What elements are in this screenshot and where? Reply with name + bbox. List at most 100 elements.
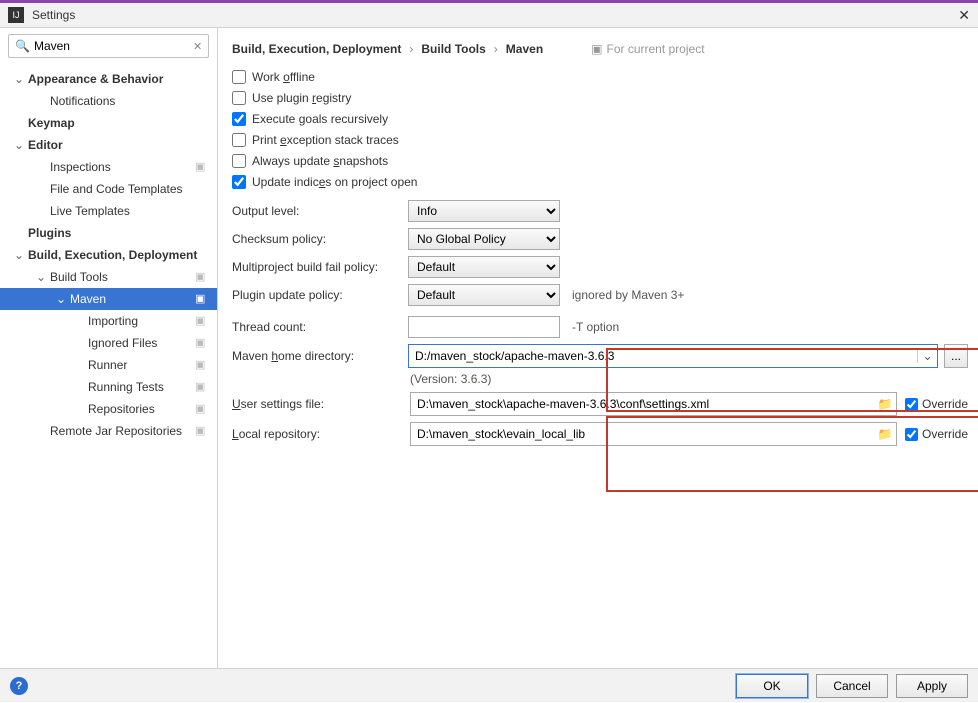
output-level-select[interactable]: Info [408,200,560,222]
check-execute-goals[interactable]: Execute goals recursively [232,112,968,126]
search-icon: 🔍 [15,39,30,53]
clear-icon[interactable]: ✕ [193,40,202,53]
work-offline-checkbox[interactable] [232,70,246,84]
maven-version-label: (Version: 3.6.3) [410,372,968,386]
check-print-exception[interactable]: Print exception stack traces [232,133,968,147]
profile-icon: ▣ [195,314,209,328]
print-exception-label: Print exception stack traces [252,133,399,147]
print-exception-checkbox[interactable] [232,133,246,147]
maven-home-input[interactable] [409,349,917,363]
user-settings-input-wrap[interactable]: 📁 [410,392,897,416]
title-bar: IJ Settings ✕ [0,0,978,28]
tree-ignored[interactable]: Ignored Files▣ [0,332,217,354]
for-project-label: ▣ For current project [591,42,704,56]
apply-button[interactable]: Apply [896,674,968,698]
folder-icon[interactable]: 📁 [874,397,896,411]
crumb-1[interactable]: Build, Execution, Deployment [232,42,401,56]
checksum-policy-select[interactable]: No Global Policy [408,228,560,250]
profile-icon: ▣ [195,160,209,174]
maven-home-label: Maven home directory: [232,349,408,363]
profile-icon: ▣ [195,336,209,350]
user-settings-label: User settings file: [232,397,402,411]
chevron-right-icon: › [494,42,498,56]
window-title: Settings [32,8,940,22]
tree-runner[interactable]: Runner▣ [0,354,217,376]
search-box[interactable]: 🔍 ✕ [8,34,209,58]
output-level-label: Output level: [232,204,408,218]
app-icon: IJ [8,7,24,23]
execute-goals-checkbox[interactable] [232,112,246,126]
work-offline-label: Work offline [252,70,315,84]
override-user-settings[interactable]: Override [905,397,968,411]
search-input[interactable] [30,37,193,55]
check-use-plugin-registry[interactable]: Use plugin registry [232,91,968,105]
tree-editor[interactable]: ⌄Editor [0,134,217,156]
tree-build-tools[interactable]: ⌄Build Tools▣ [0,266,217,288]
tree-appearance[interactable]: ⌄Appearance & Behavior [0,68,217,90]
breadcrumb: Build, Execution, Deployment › Build Too… [232,42,968,56]
check-always-update[interactable]: Always update snapshots [232,154,968,168]
override-local-repo-checkbox[interactable] [905,428,918,441]
tree-plugins[interactable]: Plugins [0,222,217,244]
tree-repositories[interactable]: Repositories▣ [0,398,217,420]
maven-home-combo[interactable]: ⌄ [408,344,938,368]
override-user-settings-checkbox[interactable] [905,398,918,411]
tree-inspections[interactable]: Inspections▣ [0,156,217,178]
local-repo-input[interactable] [411,427,874,441]
update-indices-checkbox[interactable] [232,175,246,189]
checksum-policy-label: Checksum policy: [232,232,408,246]
tree-file-templates[interactable]: File and Code Templates [0,178,217,200]
tree-bed[interactable]: ⌄Build, Execution, Deployment [0,244,217,266]
tree-keymap[interactable]: Keymap [0,112,217,134]
crumb-2[interactable]: Build Tools [421,42,485,56]
thread-count-hint: -T option [572,320,619,334]
dialog-footer: ? OK Cancel Apply [0,668,978,702]
always-update-checkbox[interactable] [232,154,246,168]
settings-tree: ⌄Appearance & Behavior Notifications Key… [0,64,217,668]
always-update-label: Always update snapshots [252,154,388,168]
override-label: Override [922,427,968,441]
sidebar: 🔍 ✕ ⌄Appearance & Behavior Notifications… [0,28,218,668]
tree-remote-jar[interactable]: Remote Jar Repositories▣ [0,420,217,442]
profile-icon: ▣ [195,270,209,284]
tree-notifications[interactable]: Notifications [0,90,217,112]
thread-count-label: Thread count: [232,320,408,334]
cancel-button[interactable]: Cancel [816,674,888,698]
crumb-3: Maven [506,42,543,56]
profile-scope-icon: ▣ [591,42,602,56]
multiproject-label: Multiproject build fail policy: [232,260,408,274]
profile-icon: ▣ [195,292,209,306]
multiproject-select[interactable]: Default [408,256,560,278]
profile-icon: ▣ [195,402,209,416]
update-indices-label: Update indices on project open [252,175,417,189]
local-repo-label: Local repository: [232,427,402,441]
main-panel: Build, Execution, Deployment › Build Too… [218,28,978,668]
plugin-update-select[interactable]: Default [408,284,560,306]
profile-icon: ▣ [195,358,209,372]
local-repo-input-wrap[interactable]: 📁 [410,422,897,446]
browse-maven-home-button[interactable]: ... [944,344,968,368]
plugin-registry-checkbox[interactable] [232,91,246,105]
override-label: Override [922,397,968,411]
execute-goals-label: Execute goals recursively [252,112,388,126]
plugin-update-label: Plugin update policy: [232,288,408,302]
help-icon[interactable]: ? [10,677,28,695]
folder-icon[interactable]: 📁 [874,427,896,441]
check-update-indices[interactable]: Update indices on project open [232,175,968,189]
tree-running-tests[interactable]: Running Tests▣ [0,376,217,398]
thread-count-input[interactable] [408,316,560,338]
profile-icon: ▣ [195,424,209,438]
check-work-offline[interactable]: Work offline [232,70,968,84]
user-settings-input[interactable] [411,397,874,411]
override-local-repo[interactable]: Override [905,427,968,441]
ok-button[interactable]: OK [736,674,808,698]
tree-maven[interactable]: ⌄Maven▣ [0,288,217,310]
plugin-update-hint: ignored by Maven 3+ [572,288,684,302]
tree-live-templates[interactable]: Live Templates [0,200,217,222]
close-icon[interactable]: ✕ [940,7,970,24]
profile-icon: ▣ [195,380,209,394]
tree-importing[interactable]: Importing▣ [0,310,217,332]
chevron-down-icon[interactable]: ⌄ [917,349,937,363]
plugin-registry-label: Use plugin registry [252,91,351,105]
chevron-right-icon: › [409,42,413,56]
